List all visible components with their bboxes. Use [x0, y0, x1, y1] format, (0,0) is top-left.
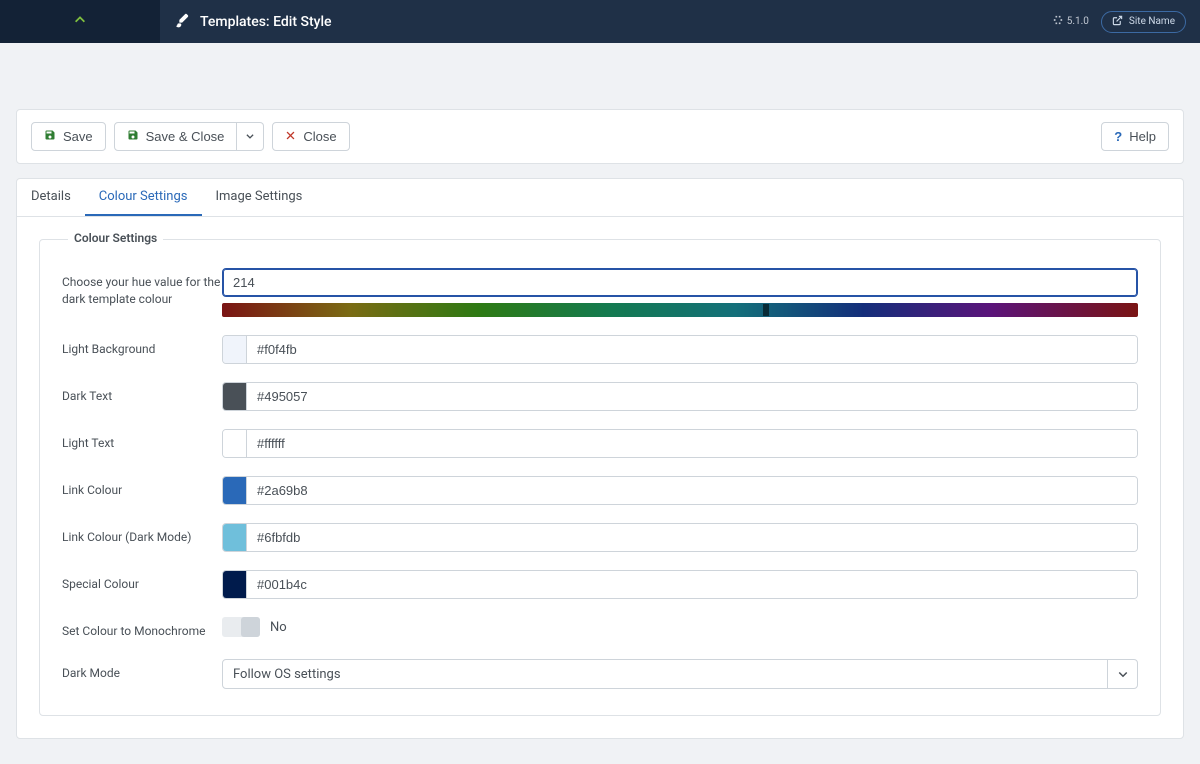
close-button[interactable]: Close — [272, 122, 349, 151]
special-colour-swatch[interactable] — [223, 571, 247, 598]
page-title-wrap: Templates: Edit Style — [160, 12, 332, 32]
light-bg-swatch[interactable] — [223, 336, 247, 363]
light-text-input[interactable] — [247, 430, 1137, 457]
save-close-button[interactable]: Save & Close — [114, 122, 238, 151]
light-bg-input[interactable] — [247, 336, 1137, 363]
sidebar-toggle[interactable] — [0, 0, 160, 43]
site-link[interactable]: Site Name — [1101, 11, 1186, 33]
save-close-dropdown[interactable] — [237, 122, 264, 151]
toolbar: Save Save & Close Close ? Help — [16, 109, 1184, 164]
special-colour-field — [222, 570, 1138, 599]
dark-mode-select[interactable]: Follow OS settings — [222, 659, 1138, 689]
joomla-icon — [1053, 15, 1063, 28]
fieldset-legend: Colour Settings — [68, 231, 163, 245]
dark-mode-label: Dark Mode — [62, 659, 222, 682]
close-label: Close — [303, 129, 336, 144]
version-badge[interactable]: 5.1.0 — [1053, 15, 1089, 28]
link-colour-label: Link Colour — [62, 476, 222, 499]
dark-mode-value: Follow OS settings — [233, 667, 341, 682]
light-bg-label: Light Background — [62, 335, 222, 358]
hue-slider[interactable] — [222, 303, 1138, 317]
dark-text-field — [222, 382, 1138, 411]
question-icon: ? — [1114, 129, 1122, 144]
brush-icon — [174, 12, 190, 32]
link-dark-swatch[interactable] — [223, 524, 247, 551]
link-dark-label: Link Colour (Dark Mode) — [62, 523, 222, 546]
top-bar: Templates: Edit Style 5.1.0 Site Name — [0, 0, 1200, 43]
hue-slider-handle[interactable] — [763, 304, 769, 316]
external-link-icon — [1112, 15, 1123, 29]
colour-settings-fieldset: Colour Settings Choose your hue value fo… — [39, 239, 1161, 716]
light-text-label: Light Text — [62, 429, 222, 452]
link-dark-input[interactable] — [247, 524, 1137, 551]
link-dark-field — [222, 523, 1138, 552]
save-button[interactable]: Save — [31, 122, 106, 151]
hue-label: Choose your hue value for the dark templ… — [62, 268, 222, 309]
special-colour-input[interactable] — [247, 571, 1137, 598]
page-title: Templates: Edit Style — [200, 14, 332, 30]
close-icon — [285, 129, 296, 144]
special-colour-label: Special Colour — [62, 570, 222, 593]
link-colour-swatch[interactable] — [223, 477, 247, 504]
light-text-swatch[interactable] — [223, 430, 247, 457]
dark-text-input[interactable] — [247, 383, 1137, 410]
save-close-label: Save & Close — [146, 129, 225, 144]
tab-colour-settings[interactable]: Colour Settings — [85, 179, 202, 216]
save-icon — [44, 129, 56, 144]
dark-text-label: Dark Text — [62, 382, 222, 405]
link-colour-field — [222, 476, 1138, 505]
version-text: 5.1.0 — [1067, 16, 1089, 27]
help-button[interactable]: ? Help — [1101, 122, 1169, 151]
tabs: Details Colour Settings Image Settings — [17, 179, 1183, 217]
tab-image-settings[interactable]: Image Settings — [202, 179, 317, 216]
save-icon — [127, 129, 139, 144]
help-label: Help — [1129, 129, 1156, 144]
save-label: Save — [63, 129, 93, 144]
light-text-field — [222, 429, 1138, 458]
chevron-down-icon — [1107, 660, 1137, 688]
link-colour-input[interactable] — [247, 477, 1137, 504]
monochrome-label: Set Colour to Monochrome — [62, 617, 222, 640]
monochrome-state: No — [270, 620, 287, 635]
settings-panel: Details Colour Settings Image Settings C… — [16, 178, 1184, 739]
hue-input[interactable] — [222, 268, 1138, 297]
toggle-knob — [241, 617, 260, 637]
monochrome-toggle[interactable] — [222, 617, 260, 637]
chevron-down-icon — [245, 129, 255, 144]
site-name: Site Name — [1129, 16, 1175, 27]
light-bg-field — [222, 335, 1138, 364]
dark-text-swatch[interactable] — [223, 383, 247, 410]
chevron-up-icon — [73, 13, 87, 31]
tab-details[interactable]: Details — [17, 179, 85, 216]
